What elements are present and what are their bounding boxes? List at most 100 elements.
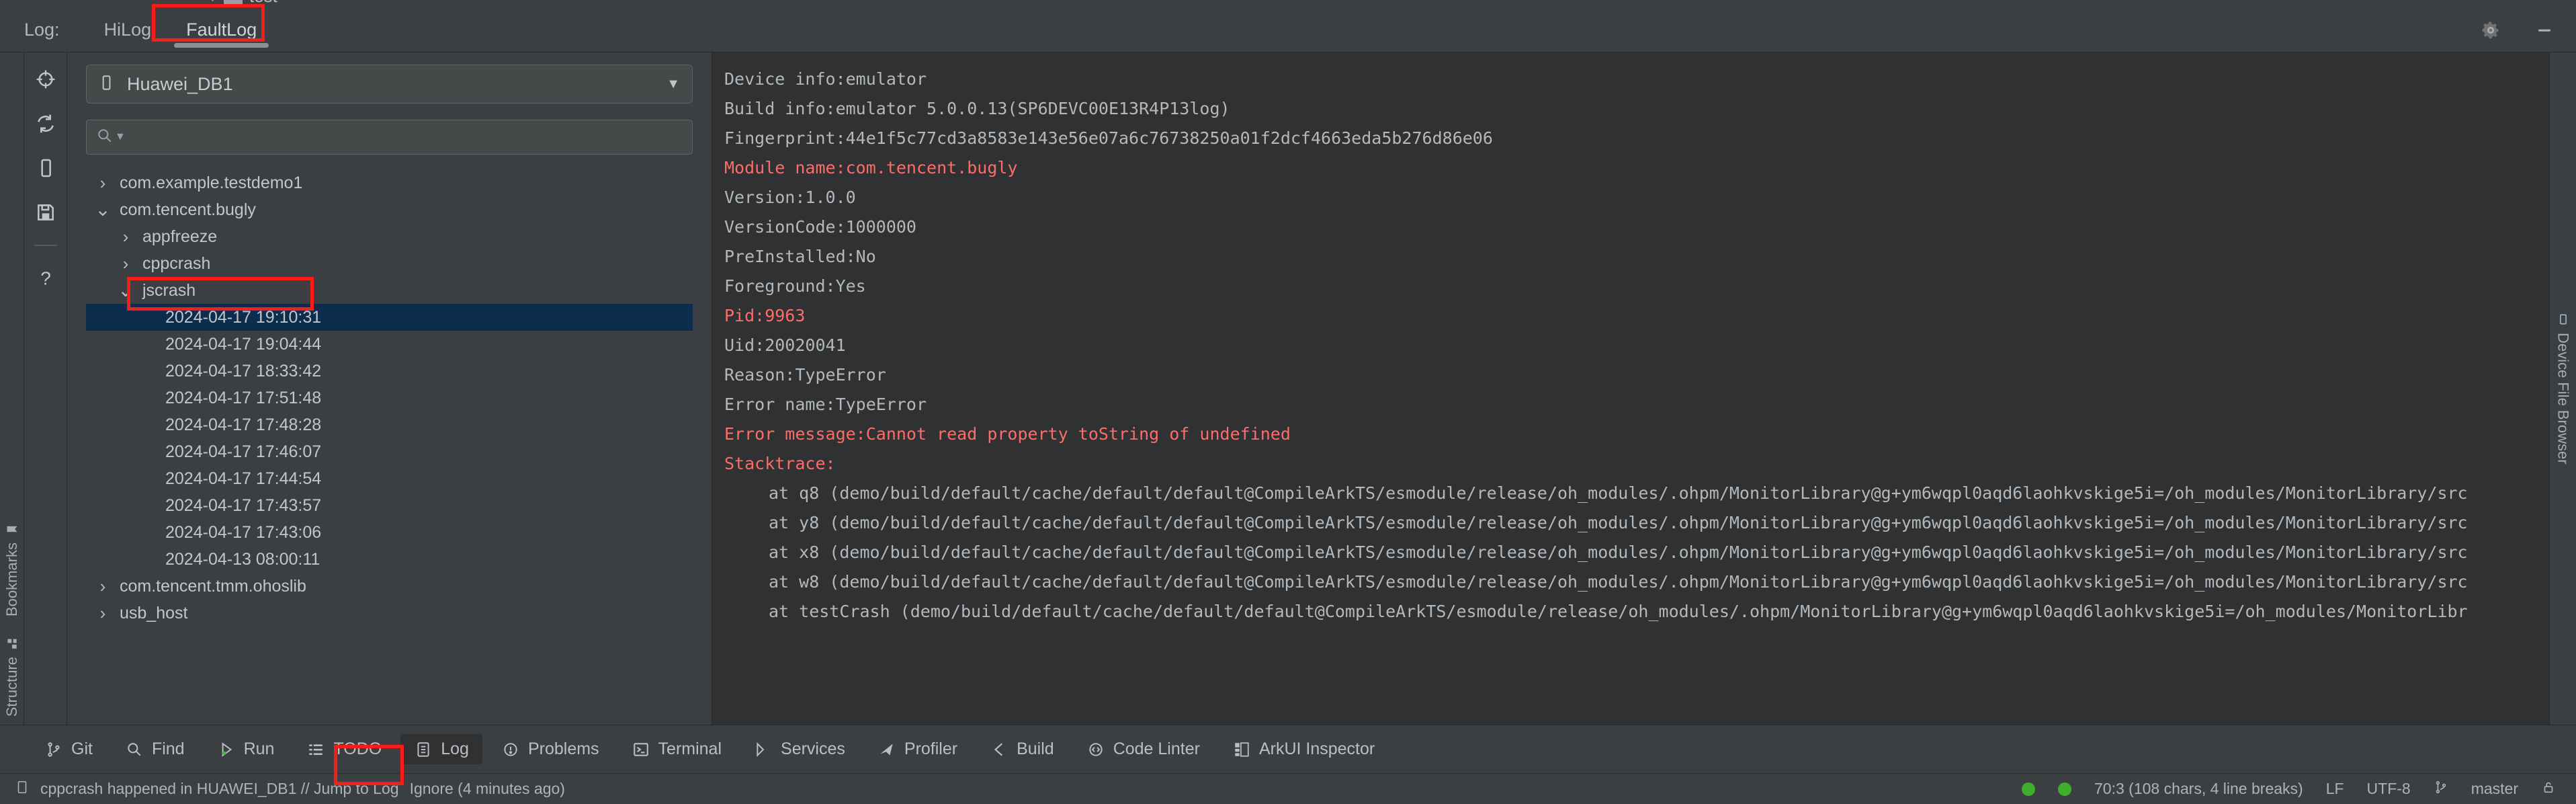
device-icon [2557,313,2570,326]
search-input[interactable] [132,128,683,147]
tool-window-button-code-linter[interactable]: Code Linter [1073,734,1213,764]
gear-icon[interactable] [2479,19,2502,42]
caret-position[interactable]: 70:3 (108 chars, 4 line breaks) [2094,780,2303,798]
tree-item-label: 2024-04-17 17:46:07 [165,442,322,461]
refresh-icon[interactable] [34,112,58,136]
chevron-right-icon[interactable]: › [93,173,113,194]
tool-window-button-problems[interactable]: Problems [488,734,613,764]
run-play-icon [217,740,236,759]
encoding[interactable]: UTF-8 [2367,780,2411,798]
tool-window-button-label: Run [243,739,275,758]
tool-window-button-label: Find [151,739,185,758]
chevron-down-icon[interactable]: ⌄ [93,200,113,219]
faultlog-content[interactable]: Device info:emulator Build info:emulator … [712,52,2549,725]
folder-icon [223,0,243,7]
lock-open-icon[interactable] [2541,780,2556,799]
problems-icon [501,740,520,759]
tree-item-timestamp[interactable]: 2024-04-17 17:44:54 [86,465,693,492]
tree-item-timestamp[interactable]: 2024-04-17 19:04:44 [86,331,693,358]
tree-item-label: 2024-04-17 18:33:42 [165,361,322,380]
tool-window-button-label: Terminal [658,739,722,758]
status-indicator-1 [2022,782,2036,796]
tool-window-button-label: TODO [333,739,382,758]
tool-window-button-label: Build [1017,739,1054,758]
phone-icon[interactable] [34,156,58,180]
tool-window-button-profiler[interactable]: Profiler [864,734,971,764]
tool-column-divider [34,245,57,246]
branch-name[interactable]: master [2471,780,2518,798]
rail-item-bookmarks[interactable]: Bookmarks [3,522,21,616]
tree-item-label: 2024-04-17 19:10:31 [165,307,322,327]
chevron-right-icon[interactable]: › [116,227,136,247]
save-icon[interactable] [34,200,58,225]
tool-window-button-git[interactable]: Git [31,734,106,764]
tool-window-button-log[interactable]: Log [400,734,482,764]
help-icon[interactable]: ? [34,266,58,290]
chevron-right-icon[interactable]: › [116,253,136,274]
status-message[interactable]: cppcrash happened in HUAWEI_DB1 // Jump … [40,780,399,798]
tree-item-node[interactable]: ⌄ com.tencent.bugly [86,196,693,223]
tree-item-timestamp[interactable]: 2024-04-17 19:10:31 [86,304,693,331]
chevron-down-icon[interactable]: ⌄ [116,281,136,300]
tree-item-node[interactable]: › com.example.testdemo1 [86,169,693,196]
tree-item-timestamp[interactable]: 2024-04-17 17:51:48 [86,385,693,411]
line-separator[interactable]: LF [2326,780,2344,798]
log-line: at y8 (demo/build/default/cache/default/… [769,513,2468,532]
tree-item-label: 2024-04-17 17:51:48 [165,388,322,407]
device-selector-value: Huawei_DB1 [127,73,233,94]
tree-item-timestamp[interactable]: 2024-04-17 17:46:07 [86,438,693,465]
tool-window-button-terminal[interactable]: Terminal [618,734,735,764]
chevron-right-icon[interactable]: › [93,576,113,597]
device-selector[interactable]: Huawei_DB1 ▼ [86,65,693,104]
tree-search-box[interactable]: ▼ [86,120,693,155]
tool-window-button-label: Code Linter [1113,739,1200,758]
tool-window-button-todo[interactable]: TODO [293,734,395,764]
chevron-right-icon[interactable]: › [93,603,113,624]
tree-item-node[interactable]: ⌄ jscrash [86,277,693,304]
rail-item-device-file-browser[interactable]: Device File Browser [2554,313,2572,465]
search-icon [96,127,114,148]
tool-window-button-arkui-inspector[interactable]: ArkUI Inspector [1219,734,1388,764]
status-ignore-link[interactable]: Ignore (4 minutes ago) [410,780,565,798]
tree-item-timestamp[interactable]: 2024-04-17 17:48:28 [86,411,693,438]
tree-item-node[interactable]: › appfreeze [86,223,693,250]
log-tabs: HiLog FaultLog [87,8,275,52]
tree-item-node[interactable]: › com.tencent.tmm.ohoslib [86,573,693,600]
rail-structure-label: Structure [3,656,20,717]
tab-hilog[interactable]: HiLog [87,8,169,52]
editor-tab-remnant[interactable]: ˅ test [208,0,277,7]
log-line: Error message:Cannot read property toStr… [724,424,1291,444]
log-line: at q8 (demo/build/default/cache/default/… [769,483,2468,503]
log-doc-icon [15,780,30,799]
tool-window-button-run[interactable]: Run [204,734,288,764]
tree-item-timestamp[interactable]: 2024-04-17 17:43:06 [86,519,693,546]
status-bar: cppcrash happened in HUAWEI_DB1 // Jump … [0,773,2576,804]
tree-item-label: cppcrash [142,253,211,273]
rail-item-structure[interactable]: Structure [3,637,21,717]
search-dropdown-icon[interactable]: ▼ [115,131,126,143]
build-icon [990,740,1008,759]
tool-window-button-build[interactable]: Build [976,734,1068,764]
tool-window-bar: Git Find Run TODO Log Problems Terminal Service… [0,725,2576,773]
git-branch-icon [2434,780,2448,799]
phone-icon [97,74,115,95]
structure-icon [5,637,19,650]
tree-item-label: 2024-04-17 19:04:44 [165,334,322,354]
tool-window-button-services[interactable]: Services [740,734,859,764]
tree-item-node[interactable]: › usb_host [86,600,693,627]
minimize-icon[interactable] [2533,19,2556,42]
tab-hilog-label: HiLog [103,19,152,40]
tree-item-timestamp[interactable]: 2024-04-13 08:00:11 [86,546,693,573]
tree-item-label: 2024-04-17 17:48:28 [165,415,322,434]
tree-item-node[interactable]: › cppcrash [86,250,693,277]
tree-item-timestamp[interactable]: 2024-04-17 18:33:42 [86,358,693,385]
chevron-down-icon: ˅ [208,0,217,7]
tab-faultlog[interactable]: FaultLog [169,8,274,52]
log-line: Module name:com.tencent.bugly [724,158,1018,177]
crosshair-icon[interactable] [34,67,58,91]
tool-window-button-find[interactable]: Find [112,734,198,764]
tree-item-timestamp[interactable]: 2024-04-17 17:43:57 [86,492,693,519]
status-indicator-2 [2058,782,2072,796]
log-line: Error name:TypeError [724,395,927,414]
right-tool-rail: Device File Browser [2549,52,2576,725]
